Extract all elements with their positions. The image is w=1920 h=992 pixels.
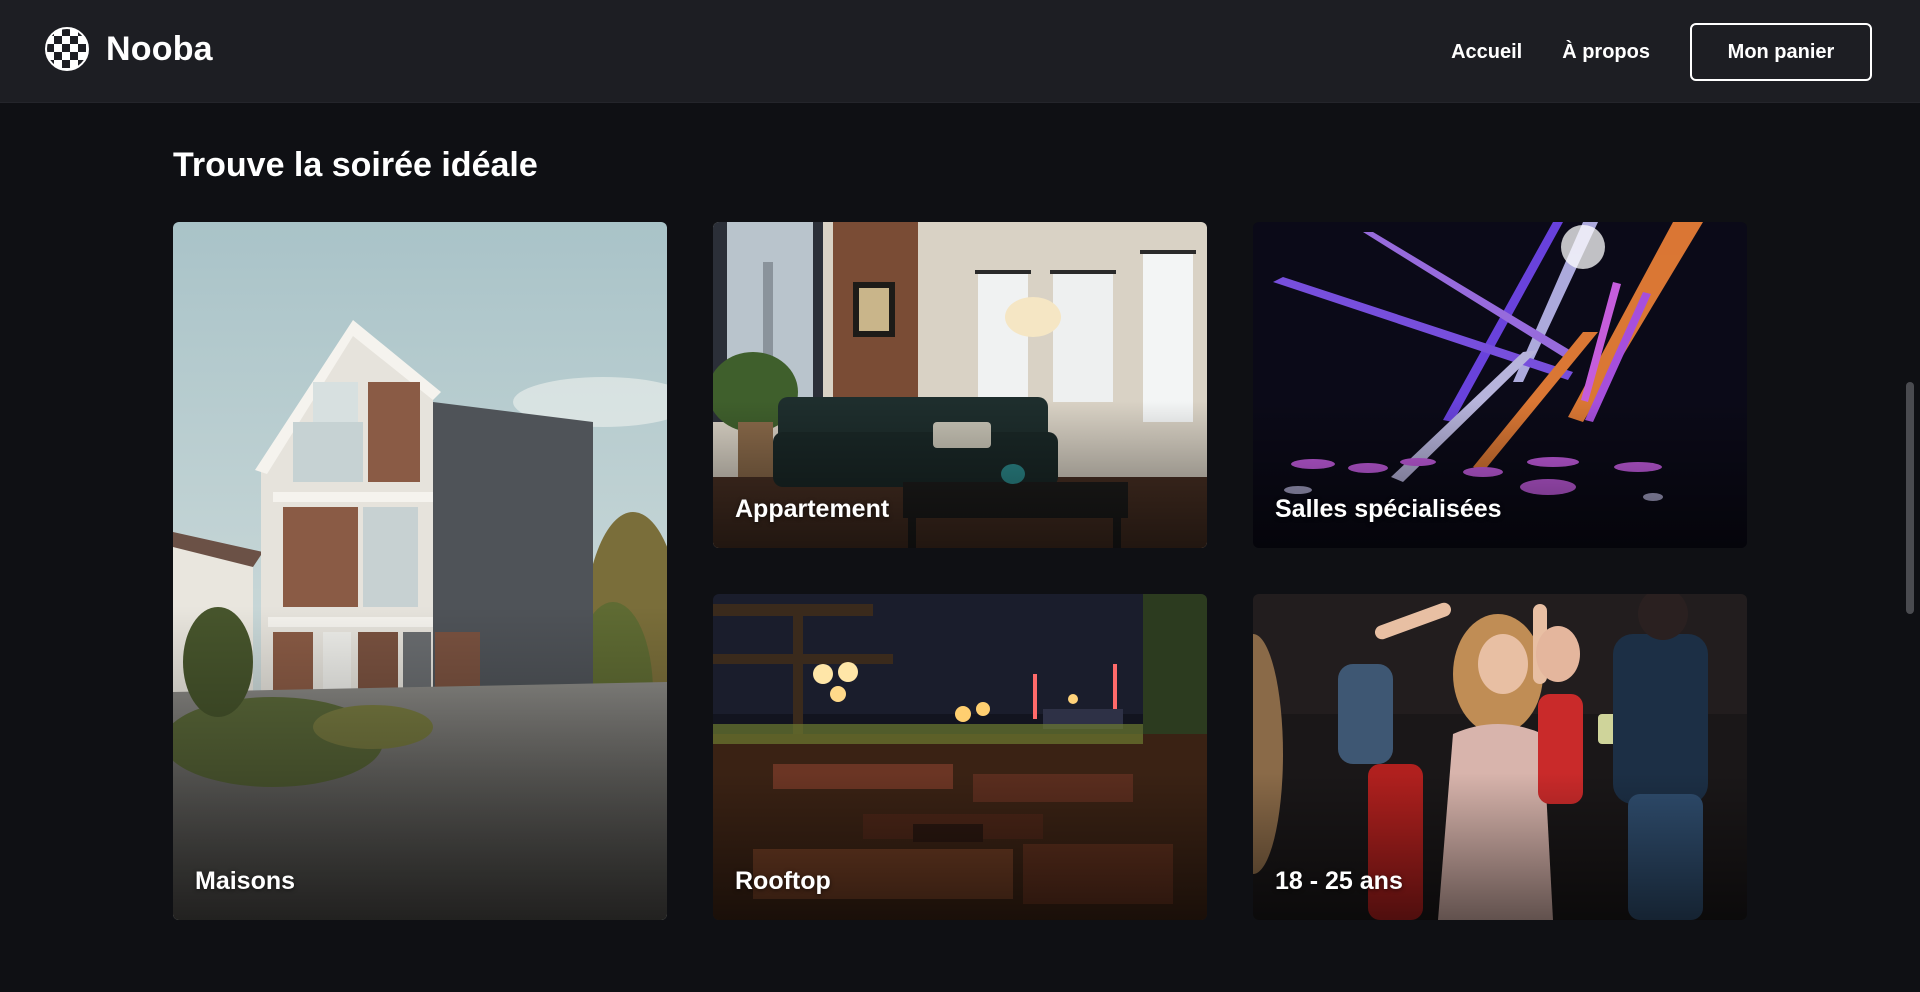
brand-logo-link[interactable]: Nooba	[44, 25, 213, 73]
card-label-salles-specialisees: Salles spécialisées	[1275, 495, 1502, 523]
checkered-globe-logo-icon	[45, 27, 89, 71]
nav-link-home[interactable]: Accueil	[1451, 41, 1522, 64]
card-gradient-overlay	[1253, 773, 1747, 920]
card-label-maisons: Maisons	[195, 867, 296, 895]
card-gradient-overlay	[1253, 401, 1747, 548]
nav-link-about[interactable]: À propos	[1562, 41, 1650, 64]
category-card-maisons[interactable]: Maisons	[173, 222, 667, 920]
category-card-18-25-ans[interactable]: 18 - 25 ans	[1253, 594, 1747, 920]
category-card-salles-specialisees[interactable]: Salles spécialisées	[1253, 222, 1747, 548]
section-title: Trouve la soirée idéale	[173, 146, 538, 184]
card-gradient-overlay	[713, 401, 1207, 548]
category-card-appartement[interactable]: Appartement	[713, 222, 1207, 548]
card-gradient-overlay	[713, 773, 1207, 920]
cart-button[interactable]: Mon panier	[1690, 23, 1872, 81]
page-scrollbar-thumb[interactable]	[1906, 382, 1914, 614]
card-label-rooftop: Rooftop	[735, 867, 831, 895]
top-navigation-bar: Nooba Accueil À propos Mon panier	[0, 0, 1920, 103]
card-label-18-25-ans: 18 - 25 ans	[1275, 867, 1403, 895]
category-card-rooftop[interactable]: Rooftop	[713, 594, 1207, 920]
card-label-appartement: Appartement	[735, 495, 890, 523]
brand-name: Nooba	[106, 29, 213, 68]
main-nav: Accueil À propos Mon panier	[1451, 23, 1872, 81]
